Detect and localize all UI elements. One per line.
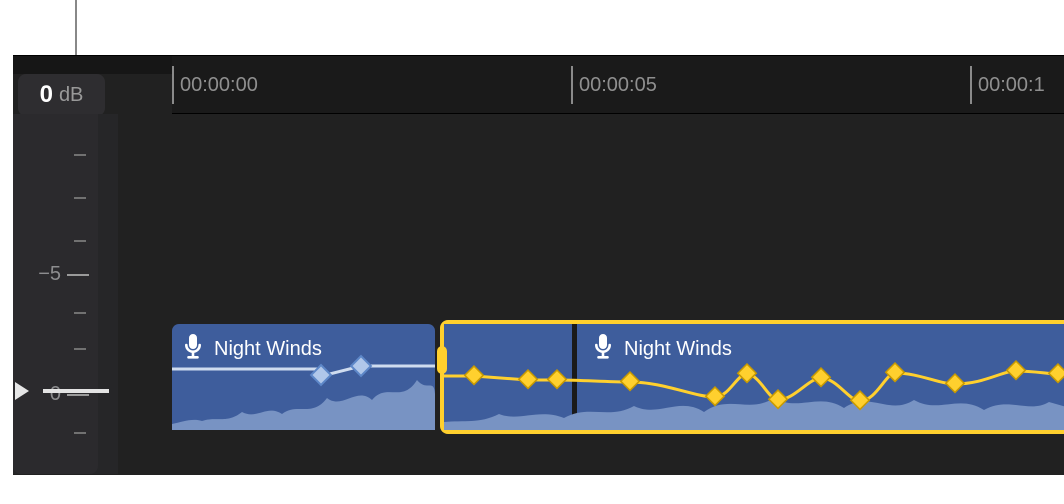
ruler-tick: 00:00:1 (970, 66, 972, 113)
db-readout-value: 0 (40, 81, 53, 109)
clip-title: Night Winds (214, 338, 322, 361)
scale-tick (67, 394, 89, 396)
scale-tick (74, 154, 86, 156)
mic-icon (592, 334, 614, 365)
scale-tick (74, 197, 86, 199)
time-ruler[interactable]: 00:00:00 00:00:05 00:00:1 (172, 56, 1064, 114)
scale-tick (67, 274, 89, 276)
scale-label: −5 (13, 263, 61, 286)
audio-clip-selected[interactable]: Night Winds (440, 320, 1064, 434)
timeline-track-area[interactable]: Night Winds (172, 114, 1064, 474)
clip-trim-handle[interactable] (437, 346, 447, 374)
db-scale: −5 0 (13, 114, 118, 474)
ruler-tick: 00:00:05 (571, 66, 573, 113)
db-readout-unit: dB (59, 84, 83, 107)
timeline-panel: 0 dB 00:00:00 00:00:05 00:00:1 −5 0 (13, 55, 1064, 474)
waveform (444, 374, 1064, 430)
audio-clip[interactable]: Night Winds (172, 324, 435, 430)
db-readout[interactable]: 0 dB (18, 74, 105, 116)
db-scale-marker[interactable] (15, 382, 29, 400)
waveform (172, 374, 435, 430)
clip-title: Night Winds (624, 338, 732, 361)
scale-tick (74, 432, 86, 434)
scale-tick (74, 312, 86, 314)
ruler-tick: 00:00:00 (172, 66, 174, 113)
scale-tick (74, 240, 86, 242)
scale-tick (74, 348, 86, 350)
mic-icon (182, 334, 204, 365)
